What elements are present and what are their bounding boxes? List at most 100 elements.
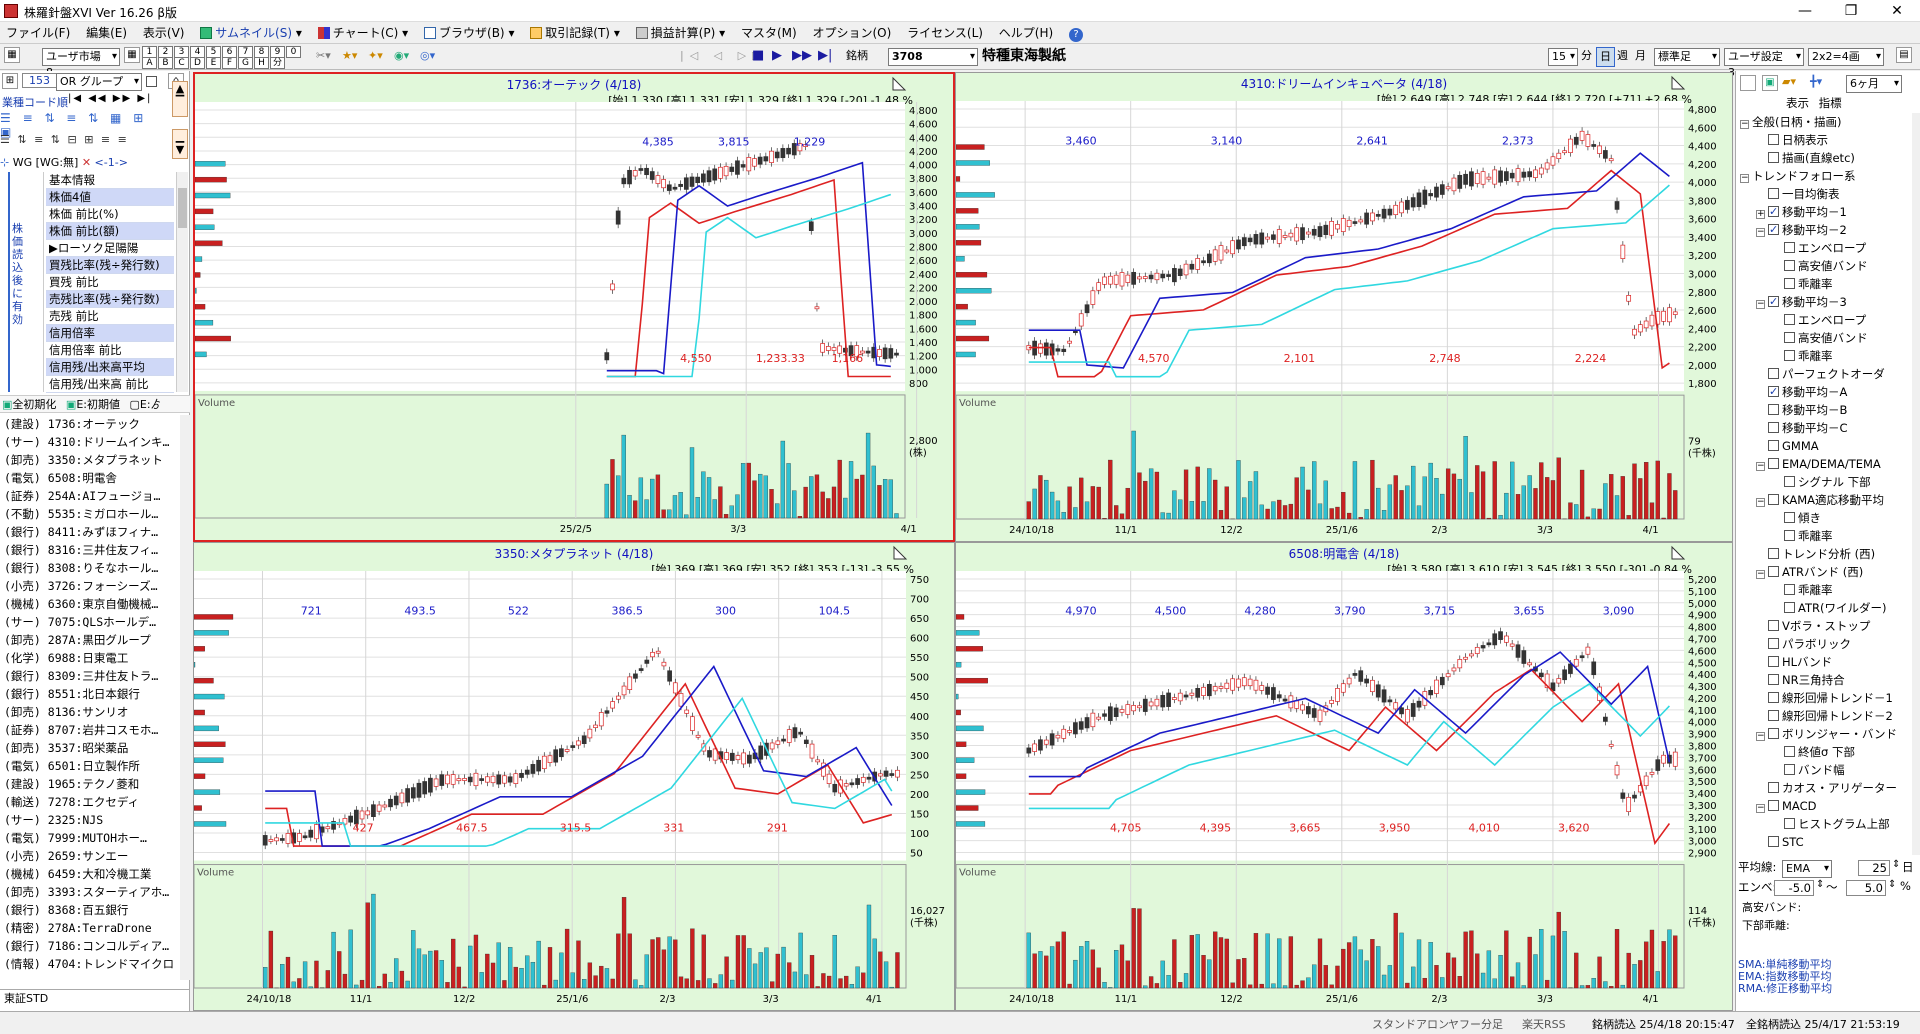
square-icon[interactable] xyxy=(1740,75,1756,91)
indicator-row[interactable]: ▶ローソク足陽陽 xyxy=(46,240,174,257)
tree-item[interactable]: パーフェクトオーダ xyxy=(1736,365,1912,383)
menu-option[interactable]: オプション(O) xyxy=(807,22,898,44)
expand-icon[interactable]: − xyxy=(1756,228,1765,237)
stock-list-item[interactable]: (不動) 5535:ミガロホール… xyxy=(0,505,180,523)
expand-icon[interactable]: − xyxy=(1740,174,1749,183)
stock-list-item[interactable]: (電気) 6501:日立製作所 xyxy=(0,757,180,775)
tree-checkbox[interactable] xyxy=(1768,836,1779,847)
tree-checkbox[interactable] xyxy=(1784,476,1795,487)
tree-checkbox[interactable] xyxy=(1768,656,1779,667)
tree-checkbox[interactable] xyxy=(1768,800,1779,811)
tree-item[interactable]: 傾き xyxy=(1736,509,1912,527)
stock-list-item[interactable]: (銀行) 8551:北日本銀行 xyxy=(0,685,180,703)
tree-checkbox[interactable] xyxy=(1768,152,1779,163)
tree-item[interactable]: Vボラ・ストップ xyxy=(1736,617,1912,635)
globe-icon[interactable]: ◉▾ xyxy=(394,47,409,67)
tree-scrollbar[interactable] xyxy=(1912,113,1920,855)
stock-list-item[interactable]: (卸売) 3537:昭栄薬品 xyxy=(0,739,180,757)
stock-list-item[interactable]: (サー) 4310:ドリームインキ… xyxy=(0,433,180,451)
list-tools-row2[interactable]: ☰ ⇅ ≡ ⇅ ⊟ ⊞ ≡ ≡ xyxy=(0,133,170,153)
tree-item[interactable]: ヒストグラム上部 xyxy=(1736,815,1912,833)
menu-view[interactable]: 表示(V) xyxy=(137,22,191,44)
env-low-input[interactable]: -5.0 xyxy=(1774,880,1814,896)
tree-checkbox[interactable] xyxy=(1768,620,1779,631)
close-button[interactable]: ✕ xyxy=(1874,0,1920,22)
period-day-button[interactable]: 日 xyxy=(1596,47,1615,67)
list-tools-row1[interactable]: ☰ ≡ ⇅ ≡ ⇅ ▦ ⊞ ▣ xyxy=(0,111,170,139)
tree-item[interactable]: 移動平均－C xyxy=(1736,419,1912,437)
tree-item[interactable]: 描画(直線etc) xyxy=(1736,149,1912,167)
tree-checkbox[interactable] xyxy=(1784,746,1795,757)
env-low-spinner[interactable]: ⇕ xyxy=(1816,879,1824,890)
tree-checkbox[interactable] xyxy=(1768,404,1779,415)
help-icon[interactable]: ? xyxy=(1063,22,1089,44)
stock-list-item[interactable]: (卸売) 3350:メタプラネット xyxy=(0,451,180,469)
tree-item[interactable]: HLバンド xyxy=(1736,653,1912,671)
tree-checkbox[interactable] xyxy=(1768,422,1779,433)
tree-checkbox[interactable] xyxy=(1784,314,1795,325)
expand-icon[interactable]: − xyxy=(1756,462,1765,471)
stock-list-item[interactable]: (電気) 6508:明電舎 xyxy=(0,469,180,487)
tree-checkbox[interactable] xyxy=(1768,494,1779,505)
stock-list-item[interactable]: (精密) 278A:TerraDrone xyxy=(0,919,180,937)
tree-checkbox[interactable] xyxy=(1784,764,1795,775)
e-button[interactable]: ▢E:ゟ xyxy=(123,398,161,411)
tree-checkbox[interactable] xyxy=(1768,221,1779,239)
tree-item[interactable]: − ATRバンド (西) xyxy=(1736,563,1912,581)
tree-checkbox[interactable] xyxy=(1784,278,1795,289)
tree-checkbox[interactable] xyxy=(1768,566,1779,577)
tree-item[interactable]: 移動平均－A xyxy=(1736,383,1912,401)
crosshair-icon[interactable]: ╋▾ xyxy=(1810,75,1822,88)
chart-panel-3350[interactable]: 3350:メタプラネット (4/18) [始] 369 [高] 369 [安] … xyxy=(193,542,955,1011)
tree-checkbox[interactable] xyxy=(1768,458,1779,469)
tree-item[interactable]: 終値σ 下部 xyxy=(1736,743,1912,761)
menu-thumbnail[interactable]: サムネイル(S) ▾ xyxy=(194,22,308,44)
letter-key[interactable]: 分 xyxy=(270,57,285,69)
expand-icon[interactable]: + xyxy=(1756,210,1765,219)
menu-browser[interactable]: ブラウザ(B) ▾ xyxy=(418,22,520,44)
tree-checkbox[interactable] xyxy=(1768,548,1779,559)
expand-icon[interactable]: − xyxy=(1756,732,1765,741)
tree-checkbox[interactable] xyxy=(1784,242,1795,253)
tree-item[interactable]: ATR(ワイルダー) xyxy=(1736,599,1912,617)
tree-item[interactable]: − KAMA適応移動平均 xyxy=(1736,491,1912,509)
period-month-button[interactable]: 月 xyxy=(1632,47,1649,67)
env-high-input[interactable]: 5.0 xyxy=(1846,880,1886,896)
interval-select[interactable]: 15 xyxy=(1548,48,1578,66)
star-icon[interactable]: ★▾ xyxy=(342,47,357,67)
tree-item[interactable]: トレンド分析 (西) xyxy=(1736,545,1912,563)
ma-spinner[interactable]: ⇕ xyxy=(1892,859,1900,870)
tree-checkbox[interactable] xyxy=(1784,332,1795,343)
tree-checkbox[interactable] xyxy=(1784,818,1795,829)
tree-item[interactable]: 移動平均－B xyxy=(1736,401,1912,419)
stock-scrollbar[interactable] xyxy=(180,415,190,980)
tree-checkbox[interactable] xyxy=(1768,188,1779,199)
star2-icon[interactable]: ✦▾ xyxy=(368,47,383,67)
indicator-row[interactable]: 株価 前比(%) xyxy=(46,206,174,223)
market-icon[interactable]: ▦ xyxy=(4,47,20,63)
letter-key[interactable]: E xyxy=(206,57,221,69)
indicator-row[interactable]: 売残 前比 xyxy=(46,308,174,325)
tree-item[interactable]: 高安値バンド xyxy=(1736,257,1912,275)
indicator-row[interactable]: 株価4値 xyxy=(46,189,174,206)
period-select[interactable]: 6ヶ月 xyxy=(1846,75,1902,93)
stock-list-item[interactable]: (卸売) 8136:サンリオ xyxy=(0,703,180,721)
stock-list-item[interactable]: (銀行) 8316:三井住友フィ… xyxy=(0,541,180,559)
tree-checkbox[interactable] xyxy=(1768,383,1779,401)
tree-item[interactable]: GMMA xyxy=(1736,437,1912,455)
letter-key[interactable]: D xyxy=(190,57,205,69)
folder-icon[interactable]: ▰▾ xyxy=(1782,75,1796,88)
filter-icon[interactable]: ⊞ xyxy=(2,73,18,89)
tree-item[interactable]: STC xyxy=(1736,833,1912,851)
user-setting-select[interactable]: ユーザ設定3 xyxy=(1724,48,1804,79)
market-select[interactable]: ユーザ市場8 xyxy=(42,48,120,79)
wg-close-icon[interactable]: ✕ xyxy=(82,156,91,169)
expand-icon[interactable]: − xyxy=(1756,300,1765,309)
tree-checkbox[interactable] xyxy=(1768,692,1779,703)
tree-checkbox[interactable] xyxy=(1768,710,1779,721)
letter-key[interactable]: B xyxy=(158,57,173,69)
stock-list-item[interactable]: (化学) 6988:日東電工 xyxy=(0,649,180,667)
stock-list-item[interactable]: (銀行) 8308:りそなホール… xyxy=(0,559,180,577)
tree-item[interactable]: + 移動平均－1 xyxy=(1736,203,1912,221)
wg-arrow-label[interactable]: <-1-> xyxy=(95,156,128,169)
